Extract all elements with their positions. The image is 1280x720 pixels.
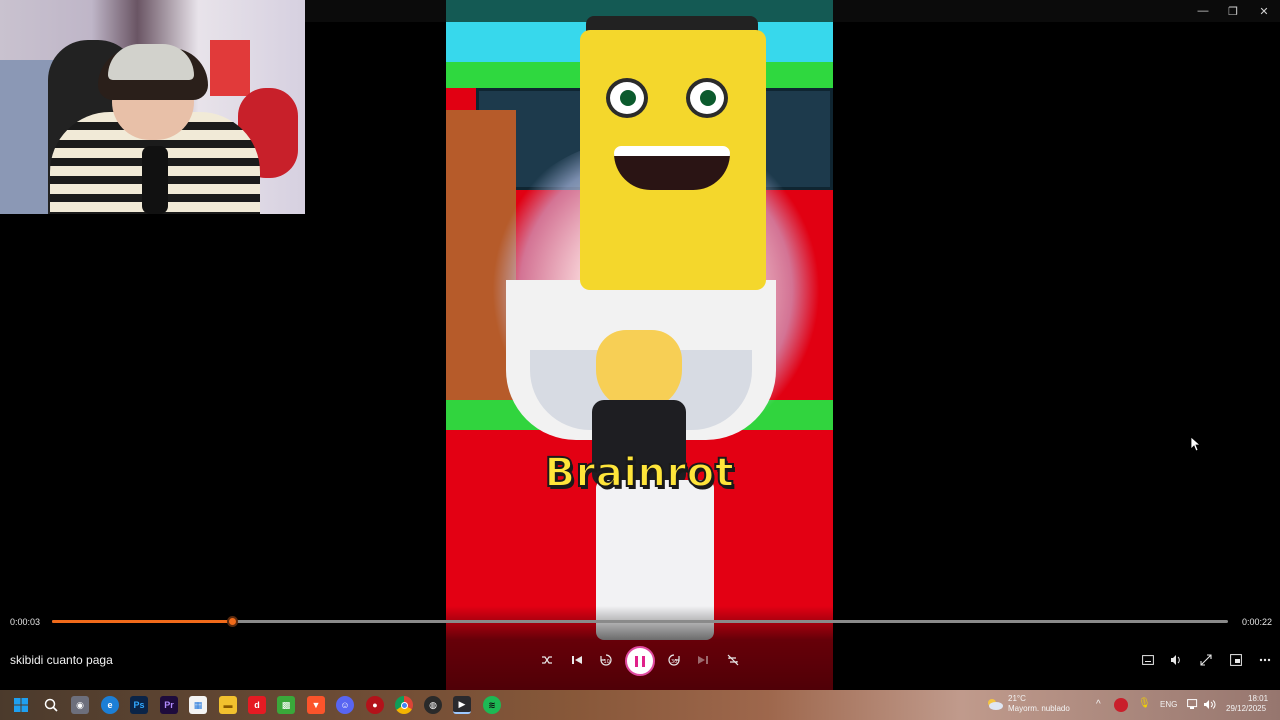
fullscreen-button[interactable] [1198, 648, 1214, 672]
video-caption: Brainrot [544, 449, 735, 497]
speaker-icon[interactable] [1203, 699, 1216, 710]
mini-player-button[interactable] [1228, 648, 1244, 672]
previous-icon [572, 656, 582, 664]
taskbar-app-obs[interactable]: ◍ [424, 696, 442, 714]
windows-start-icon [14, 698, 28, 712]
taskbar: ◉ e Ps Pr ▦ ▬ d ▩ ▼ ☺ ● ◍ ▶ ≋ 21°C Mayor… [0, 690, 1280, 720]
weather-description[interactable]: Mayorm. nublado [1008, 704, 1070, 713]
close-button[interactable]: ✕ [1249, 0, 1279, 22]
subtitles-button[interactable] [1140, 648, 1156, 672]
clock-time[interactable]: 18:01 [1248, 694, 1268, 703]
webcam-person-cap [108, 44, 194, 80]
forward-30-icon: 30 [668, 654, 680, 666]
taskbar-app-photoshop[interactable]: Ps [130, 696, 148, 714]
search-icon [44, 698, 58, 712]
weather-temperature: 21°C [1008, 694, 1026, 703]
search-button[interactable] [42, 696, 60, 714]
taskbar-app-circle[interactable]: ● [366, 696, 384, 714]
taskbar-app-spotify[interactable]: ≋ [483, 696, 501, 714]
fullscreen-icon [1200, 654, 1212, 666]
spotify-icon: ≋ [488, 699, 496, 710]
shuffle-icon [542, 656, 552, 664]
rewind-10-icon: 10 [600, 654, 612, 666]
taskbar-app-gamepad[interactable]: ◉ [71, 696, 89, 714]
more-icon [1259, 658, 1271, 662]
volume-icon [1171, 655, 1180, 665]
tray-microphone-icon[interactable]: 🎙 [1138, 698, 1151, 709]
seek-bar[interactable] [52, 616, 1228, 627]
rewind-10-button[interactable]: 10 [597, 648, 615, 672]
webcam-overlay [0, 0, 305, 214]
taskbar-app-store[interactable]: ▦ [189, 696, 207, 714]
taskbar-app-red[interactable]: d [248, 696, 266, 714]
gamepad-icon: ◉ [76, 699, 84, 710]
pause-button[interactable] [625, 646, 655, 676]
premiere-icon: Pr [164, 700, 174, 710]
mouse-cursor-icon [1190, 436, 1200, 452]
video-avatar-head [596, 330, 682, 410]
webcam-shelf-item [210, 40, 250, 96]
video-character-left-eye [606, 78, 648, 118]
more-button[interactable] [1257, 648, 1273, 672]
media-player-icon: ▶ [458, 698, 466, 709]
repeat-button[interactable] [724, 648, 742, 672]
taskbar-app-media-player[interactable]: ▶ [453, 696, 471, 714]
file-explorer-icon: ▬ [223, 700, 233, 710]
edge-icon: e [107, 700, 113, 710]
total-time: 0:00:22 [1242, 617, 1273, 627]
clock-date[interactable]: 29/12/2025 [1226, 704, 1266, 713]
store-icon: ▦ [193, 699, 203, 710]
shuffle-button[interactable] [538, 648, 556, 672]
current-time: 0:00:03 [10, 617, 41, 627]
tray-chevron-up-icon[interactable]: ^ [1096, 699, 1101, 710]
next-button[interactable] [694, 648, 712, 672]
photoshop-icon: Ps [133, 700, 145, 710]
repeat-off-icon [727, 654, 739, 666]
chrome-icon [400, 701, 408, 709]
webcam-microphone [142, 146, 168, 214]
video-frame[interactable]: Brainrot [446, 0, 833, 690]
previous-button[interactable] [568, 648, 586, 672]
volume-button[interactable] [1168, 648, 1184, 672]
discord-icon: ☺ [340, 700, 350, 710]
language-indicator[interactable]: ENG [1160, 700, 1177, 709]
network-icon[interactable] [1187, 699, 1199, 710]
video-character-right-eye [686, 78, 728, 118]
windows-start-button[interactable] [12, 696, 30, 714]
video-title: skibidi cuanto paga [10, 653, 113, 667]
mini-player-icon [1230, 654, 1242, 666]
taskbar-app-edge[interactable]: e [101, 696, 119, 714]
seek-bar-thumb[interactable] [226, 616, 238, 627]
minecraft-icon: ▩ [281, 699, 291, 710]
video-character-mouth [614, 146, 730, 190]
taskbar-app-brave[interactable]: ▼ [307, 696, 325, 714]
app-circle-icon: ● [372, 700, 378, 710]
weather-cloud-icon [988, 699, 1003, 710]
taskbar-app-premiere[interactable]: Pr [160, 696, 178, 714]
pause-icon-bar [642, 655, 645, 667]
taskbar-app-minecraft[interactable]: ▩ [277, 696, 295, 714]
subtitles-icon [1142, 655, 1154, 665]
svg-text:30: 30 [671, 659, 677, 665]
seek-bar-progress [52, 620, 232, 623]
taskbar-app-discord[interactable]: ☺ [336, 696, 354, 714]
app-red-icon: d [254, 700, 260, 710]
brave-icon: ▼ [311, 700, 321, 710]
maximize-button[interactable]: ❐ [1218, 0, 1248, 22]
next-icon [698, 656, 708, 664]
svg-text:10: 10 [604, 659, 610, 665]
taskbar-app-file-explorer[interactable]: ▬ [219, 696, 237, 714]
pause-icon [635, 655, 638, 667]
forward-30-button[interactable]: 30 [665, 648, 683, 672]
minimize-button[interactable]: — [1188, 0, 1218, 22]
tray-record-icon[interactable] [1114, 698, 1128, 712]
obs-icon: ◍ [429, 699, 437, 710]
taskbar-app-chrome[interactable] [395, 696, 413, 714]
